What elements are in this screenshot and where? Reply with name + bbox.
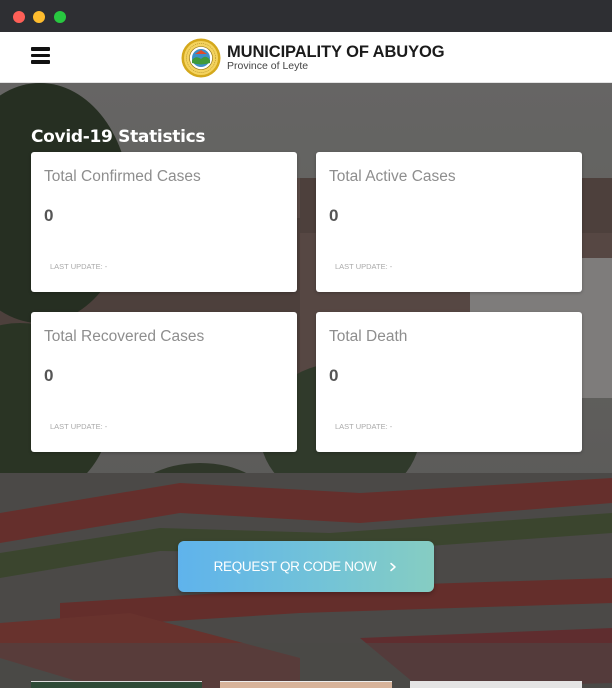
window-titlebar bbox=[0, 0, 612, 32]
request-qr-code-label: REQUEST QR CODE NOW bbox=[213, 559, 377, 574]
gallery-thumbnail[interactable] bbox=[220, 681, 392, 688]
total-death-card: Total Death 0 LAST UPDATE: - bbox=[316, 312, 582, 452]
confirmed-cases-card: Total Confirmed Cases 0 LAST UPDATE: - bbox=[31, 152, 297, 292]
minimize-window-button[interactable] bbox=[33, 11, 45, 23]
card-label: Total Active Cases bbox=[329, 168, 456, 185]
brand[interactable]: MUNICIPALITY OF ABUYOG Province of Leyte bbox=[181, 38, 445, 78]
card-label: Total Confirmed Cases bbox=[44, 168, 201, 185]
card-last-update: LAST UPDATE: - bbox=[335, 422, 393, 431]
card-value: 0 bbox=[329, 206, 339, 225]
site-subtitle: Province of Leyte bbox=[227, 60, 309, 72]
request-qr-code-button[interactable]: REQUEST QR CODE NOW bbox=[178, 541, 434, 592]
municipal-seal-logo bbox=[181, 38, 221, 78]
card-last-update: LAST UPDATE: - bbox=[50, 262, 108, 271]
card-last-update: LAST UPDATE: - bbox=[50, 422, 108, 431]
card-label: Total Death bbox=[329, 328, 408, 345]
active-cases-card: Total Active Cases 0 LAST UPDATE: - bbox=[316, 152, 582, 292]
card-label: Total Recovered Cases bbox=[44, 328, 205, 345]
recovered-cases-card: Total Recovered Cases 0 LAST UPDATE: - bbox=[31, 312, 297, 452]
gallery-thumbnail[interactable] bbox=[31, 681, 202, 688]
site-title: MUNICIPALITY OF ABUYOG bbox=[227, 43, 445, 61]
card-last-update: LAST UPDATE: - bbox=[335, 262, 393, 271]
hero-section: Covid-19 Statistics Total Confirmed Case… bbox=[0, 83, 612, 688]
maximize-window-button[interactable] bbox=[54, 11, 66, 23]
card-value: 0 bbox=[44, 366, 54, 385]
close-window-button[interactable] bbox=[13, 11, 25, 23]
stats-heading: Covid-19 Statistics bbox=[31, 127, 206, 147]
gallery-thumbnail[interactable] bbox=[410, 681, 582, 688]
chevron-right-icon bbox=[390, 562, 397, 571]
card-value: 0 bbox=[329, 366, 339, 385]
card-value: 0 bbox=[44, 206, 54, 225]
hamburger-menu-icon[interactable] bbox=[31, 47, 50, 64]
site-header: MUNICIPALITY OF ABUYOG Province of Leyte bbox=[0, 32, 612, 83]
